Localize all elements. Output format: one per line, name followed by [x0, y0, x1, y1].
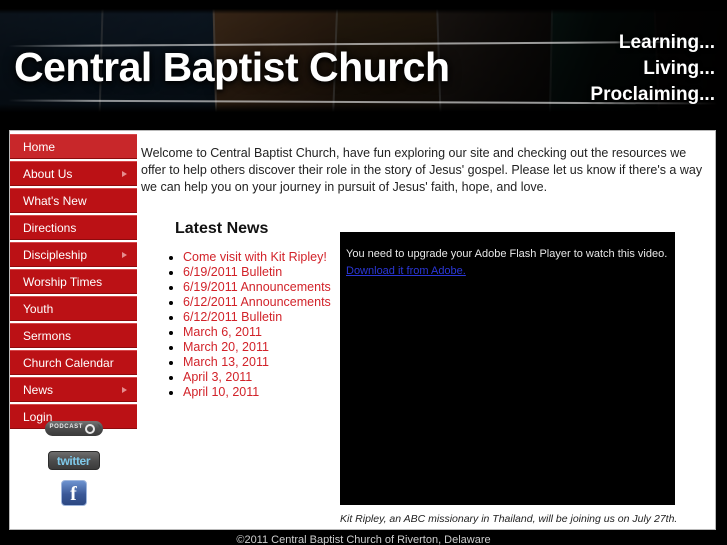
twitter-icon[interactable]: twitter: [47, 451, 100, 470]
sidebar-nav: Home About Us What's New Directions Disc…: [10, 131, 137, 431]
sidebar-item-sermons[interactable]: Sermons: [10, 323, 137, 348]
news-link[interactable]: 6/12/2011 Bulletin: [183, 310, 282, 324]
podcast-icon-wave: [93, 424, 101, 433]
tagline-line-3: Proclaiming...: [590, 84, 715, 105]
sidebar-item-news[interactable]: News: [10, 377, 137, 402]
chevron-right-icon: [122, 387, 127, 393]
site-tagline: Learning... Living... Proclaiming...: [590, 30, 715, 108]
podcast-link[interactable]: PODCAST: [10, 421, 137, 441]
content-panel: Home About Us What's New Directions Disc…: [9, 130, 716, 530]
sidebar-item-worship-times[interactable]: Worship Times: [10, 269, 137, 294]
sidebar-item-youth[interactable]: Youth: [10, 296, 137, 321]
podcast-icon[interactable]: PODCAST: [44, 421, 103, 436]
welcome-paragraph: Welcome to Central Baptist Church, have …: [141, 146, 703, 194]
body-wrapper: Home About Us What's New Directions Disc…: [0, 128, 727, 533]
site-title: Central Baptist Church: [14, 44, 450, 90]
site-header: Central Baptist Church Learning... Livin…: [0, 0, 727, 128]
news-link[interactable]: 6/19/2011 Announcements: [183, 280, 331, 294]
sidebar-item-label: Discipleship: [23, 248, 88, 262]
sidebar-item-label: What's New: [23, 194, 87, 208]
facebook-icon[interactable]: f: [60, 480, 87, 506]
copyright-text: ©2011 Central Baptist Church of Riverton…: [236, 534, 491, 545]
sidebar-item-label: Church Calendar: [23, 356, 114, 370]
sidebar-item-about-us[interactable]: About Us: [10, 161, 137, 186]
main-content: Welcome to Central Baptist Church, have …: [137, 131, 715, 529]
sidebar-item-discipleship[interactable]: Discipleship: [10, 242, 137, 267]
news-link[interactable]: March 6, 2011: [183, 325, 262, 339]
sidebar-item-home[interactable]: Home: [10, 134, 137, 159]
sidebar-item-label: News: [23, 383, 54, 397]
news-link[interactable]: 6/12/2011 Announcements: [183, 295, 331, 309]
video-player[interactable]: You need to upgrade your Adobe Flash Pla…: [340, 232, 675, 505]
social-links: PODCAST twitter f: [10, 421, 137, 516]
news-link[interactable]: March 20, 2011: [183, 340, 269, 354]
sidebar-item-label: Directions: [23, 221, 77, 235]
download-flash-link[interactable]: Download it from Adobe.: [346, 265, 466, 277]
sidebar-item-directions[interactable]: Directions: [10, 215, 137, 240]
chevron-right-icon: [122, 252, 127, 258]
sidebar-item-label: Home: [23, 140, 56, 154]
video-caption: Kit Ripley, an ABC missionary in Thailan…: [340, 513, 678, 525]
tagline-line-1: Learning...: [618, 32, 715, 53]
news-link[interactable]: 6/19/2011 Bulletin: [183, 265, 282, 279]
facebook-link[interactable]: f: [10, 480, 137, 506]
site-footer: ©2011 Central Baptist Church of Riverton…: [0, 533, 727, 545]
sidebar-item-label: Sermons: [23, 329, 72, 343]
chevron-right-icon: [122, 171, 127, 177]
podcast-icon-label: PODCAST: [49, 424, 84, 430]
sidebar-item-label: Worship Times: [23, 275, 103, 289]
sidebar-item-label: Youth: [23, 302, 54, 316]
flash-upgrade-message: You need to upgrade your Adobe Flash Pla…: [346, 248, 668, 260]
sidebar-item-whats-new[interactable]: What's New: [10, 188, 137, 213]
news-link[interactable]: March 13, 2011: [183, 355, 269, 369]
sidebar-item-church-calendar[interactable]: Church Calendar: [10, 350, 137, 375]
news-link[interactable]: April 3, 2011: [183, 370, 252, 384]
news-link[interactable]: April 10, 2011: [183, 385, 259, 399]
twitter-link[interactable]: twitter: [10, 451, 137, 470]
tagline-line-2: Living...: [643, 58, 715, 79]
page-root: Central Baptist Church Learning... Livin…: [0, 0, 727, 545]
news-link[interactable]: Come visit with Kit Ripley!: [183, 250, 327, 264]
sidebar-item-label: About Us: [23, 167, 73, 181]
